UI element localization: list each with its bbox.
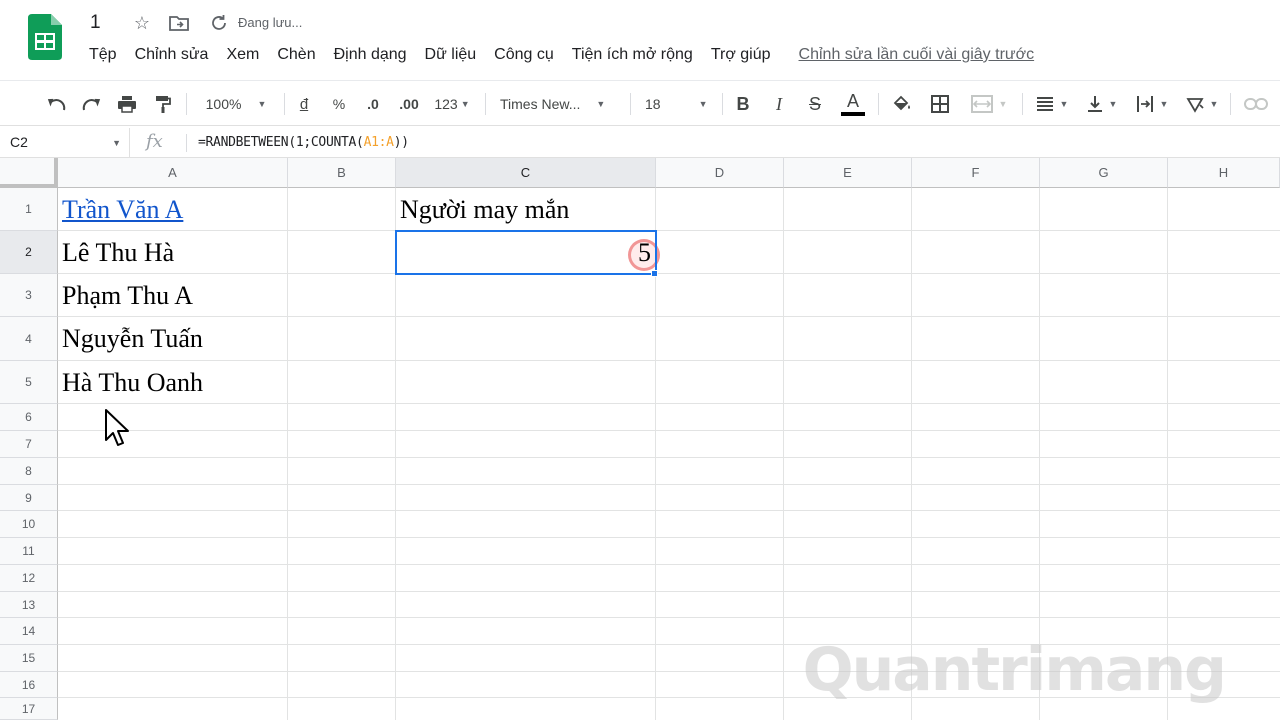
menu-help[interactable]: Trợ giúp: [702, 44, 780, 70]
cell-a4[interactable]: Nguyễn Tuấn: [58, 317, 287, 361]
text-wrapping-icon[interactable]: ▼: [1132, 91, 1172, 117]
chevron-down-icon: ▼: [998, 99, 1008, 109]
cell-a3[interactable]: Phạm Thu A: [58, 274, 287, 317]
font-size-select[interactable]: 18 ▼: [645, 91, 715, 117]
vertical-align-icon[interactable]: ▼: [1082, 91, 1122, 117]
formula-input[interactable]: =RANDBETWEEN(1;COUNTA(A1:A)): [198, 135, 409, 150]
menu-data[interactable]: Dữ liệu: [416, 44, 486, 70]
row-header-9[interactable]: 9: [0, 485, 58, 511]
sheets-logo-icon[interactable]: [28, 14, 62, 60]
undo-icon[interactable]: [44, 91, 68, 117]
menu-extensions[interactable]: Tiện ích mở rộng: [563, 44, 702, 70]
row-header-14[interactable]: 14: [0, 618, 58, 645]
row-header-4[interactable]: 4: [0, 317, 58, 361]
row-header-12[interactable]: 12: [0, 565, 58, 592]
fill-color-icon[interactable]: [890, 91, 914, 117]
row-header-17[interactable]: 17: [0, 698, 58, 720]
row-header-2[interactable]: 2: [0, 231, 58, 274]
bold-button[interactable]: B: [733, 91, 753, 117]
italic-button[interactable]: I: [769, 91, 789, 117]
paint-format-icon[interactable]: [151, 91, 175, 117]
cell-c1[interactable]: Người may mắn: [396, 188, 655, 231]
font-family-select[interactable]: Times New... ▼: [500, 91, 620, 117]
column-header-f[interactable]: F: [912, 158, 1040, 188]
chevron-down-icon: ▼: [1059, 99, 1069, 109]
row-header-11[interactable]: 11: [0, 538, 58, 565]
sync-icon: [208, 12, 230, 34]
horizontal-align-icon[interactable]: ▼: [1032, 91, 1072, 117]
move-to-folder-icon[interactable]: [168, 12, 190, 34]
zoom-select[interactable]: 100% ▼: [198, 91, 274, 117]
row-header-13[interactable]: 13: [0, 592, 58, 618]
select-all-corner[interactable]: [0, 158, 58, 188]
currency-format-button[interactable]: đ: [294, 91, 314, 117]
menu-file[interactable]: Tệp: [80, 44, 126, 70]
borders-icon[interactable]: [928, 91, 952, 117]
chevron-down-icon: ▼: [698, 99, 708, 109]
row-header-7[interactable]: 7: [0, 431, 58, 458]
column-header-c[interactable]: C: [396, 158, 656, 188]
row-header-10[interactable]: 10: [0, 511, 58, 538]
column-header-d[interactable]: D: [656, 158, 784, 188]
chevron-down-icon: ▼: [257, 99, 267, 109]
chevron-down-icon: ▼: [460, 99, 470, 109]
strikethrough-button[interactable]: S: [805, 91, 825, 117]
column-header-e[interactable]: E: [784, 158, 912, 188]
zoom-value: 100%: [205, 96, 242, 112]
column-header-a[interactable]: A: [58, 158, 288, 188]
watermark: Quantrimang: [802, 635, 1227, 705]
row-header-15[interactable]: 15: [0, 645, 58, 672]
print-icon[interactable]: [115, 91, 139, 117]
row-header-1[interactable]: 1: [0, 188, 58, 231]
column-header-b[interactable]: B: [288, 158, 396, 188]
menu-format[interactable]: Định dạng: [325, 44, 416, 70]
mouse-cursor-icon: [105, 409, 129, 446]
row-header-5[interactable]: 5: [0, 361, 58, 404]
decrease-decimal-button[interactable]: .0: [360, 91, 386, 117]
cell-a2[interactable]: Lê Thu Hà: [58, 231, 287, 274]
text-rotation-icon[interactable]: ▼: [1182, 91, 1222, 117]
cell-a5[interactable]: Hà Thu Oanh: [58, 361, 287, 404]
function-icon: fx: [146, 131, 163, 152]
spreadsheet-grid: A B C D E F G H 1 2 3 4 5 6 7 8 9 10 11 …: [0, 158, 1280, 720]
document-title[interactable]: 1: [90, 12, 101, 34]
menu-bar: Tệp Chỉnh sửa Xem Chèn Định dạng Dữ liệu…: [80, 44, 1043, 70]
text-color-button[interactable]: A: [840, 91, 866, 117]
chevron-down-icon: ▼: [596, 99, 606, 109]
menu-insert[interactable]: Chèn: [268, 44, 324, 70]
formula-bar: C2 ▼ fx =RANDBETWEEN(1;COUNTA(A1:A)): [0, 128, 1280, 158]
column-header-g[interactable]: G: [1040, 158, 1168, 188]
save-status: Đang lưu...: [238, 15, 303, 30]
row-header-16[interactable]: 16: [0, 672, 58, 698]
increase-decimal-button[interactable]: .00: [394, 91, 424, 117]
more-formats-select[interactable]: 123 ▼: [430, 91, 474, 117]
chevron-down-icon: ▼: [1159, 99, 1169, 109]
row-header-6[interactable]: 6: [0, 404, 58, 431]
redo-icon[interactable]: [80, 91, 104, 117]
name-box[interactable]: C2 ▼: [0, 128, 130, 158]
title-bar: 1 ☆ Đang lưu... Tệp Chỉnh sửa Xem Chèn Đ…: [0, 0, 1280, 80]
menu-edit[interactable]: Chỉnh sửa: [126, 44, 218, 70]
chevron-down-icon: ▼: [1209, 99, 1219, 109]
cell-a1[interactable]: Trần Văn A: [58, 188, 287, 231]
column-header-h[interactable]: H: [1168, 158, 1280, 188]
menu-tools[interactable]: Công cụ: [485, 44, 563, 70]
toolbar: 100% ▼ đ % .0 .00 123 ▼ Times New... ▼ 18 ▼ …: [0, 80, 1280, 126]
percent-format-button[interactable]: %: [329, 91, 349, 117]
fill-handle[interactable]: [651, 270, 658, 277]
star-icon[interactable]: ☆: [131, 12, 153, 34]
chevron-down-icon: ▼: [1108, 99, 1118, 109]
text-color-swatch: [841, 112, 865, 116]
active-cell-border: [395, 230, 657, 275]
insert-link-icon[interactable]: [1242, 91, 1270, 117]
last-edit-link[interactable]: Chỉnh sửa lần cuối vài giây trước: [790, 44, 1044, 70]
merge-cells-icon: ▼: [964, 91, 1014, 117]
row-header-3[interactable]: 3: [0, 274, 58, 317]
chevron-down-icon: ▼: [112, 138, 121, 148]
menu-view[interactable]: Xem: [217, 44, 268, 70]
row-header-8[interactable]: 8: [0, 458, 58, 485]
